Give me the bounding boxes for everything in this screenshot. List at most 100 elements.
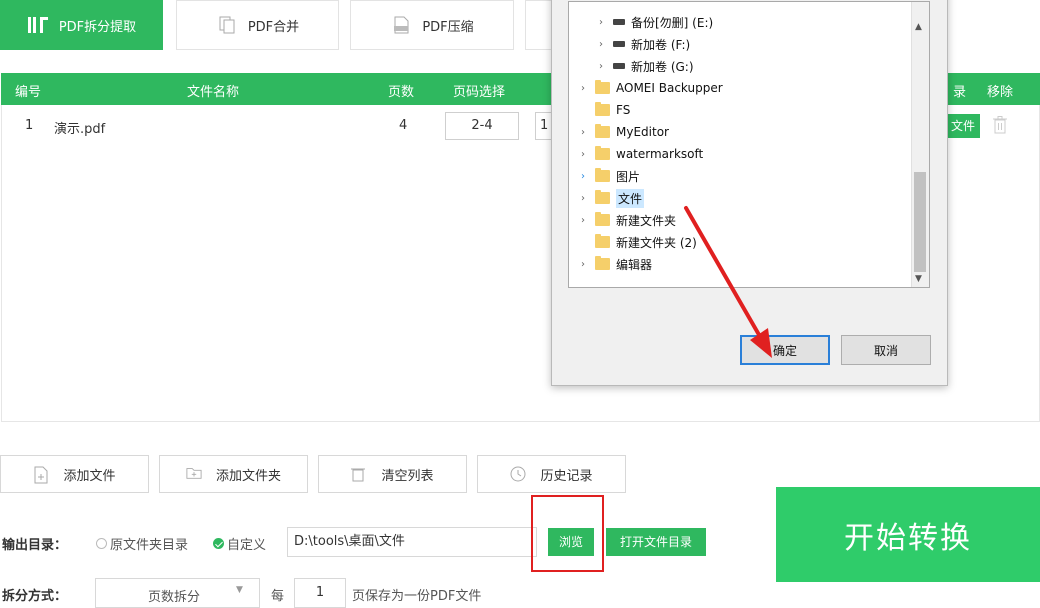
scrollbar-thumb[interactable]	[914, 172, 926, 272]
tree-item-folder[interactable]: › watermarksoft	[569, 144, 703, 164]
folder-icon	[595, 124, 610, 138]
col-index: 编号	[15, 85, 42, 100]
folder-icon	[595, 212, 610, 226]
tree-item-label: 编辑器	[616, 257, 653, 272]
tree-item-folder[interactable]: › 图片	[569, 166, 640, 186]
tree-item-drive-e[interactable]: › 备份[勿删] (E:)	[569, 12, 713, 32]
row-filename: 演示.pdf	[54, 122, 106, 137]
add-folder-button[interactable]: 添加文件夹	[159, 455, 308, 493]
clear-list-label: 清空列表	[381, 468, 434, 484]
clock-icon	[510, 466, 526, 482]
col-dir: 录	[953, 85, 967, 100]
folder-icon	[595, 190, 610, 204]
trash-icon[interactable]	[992, 116, 1008, 138]
chevron-right-icon[interactable]: ›	[577, 149, 589, 160]
radio-custom-folder[interactable]: 自定义	[213, 534, 266, 553]
start-convert-button[interactable]: 开始转换	[776, 487, 1040, 582]
drive-icon	[613, 19, 625, 25]
tree-item-folder[interactable]: › MyEditor	[569, 122, 669, 142]
page-range-input[interactable]: 2-4	[445, 112, 519, 140]
tree-scrollbar[interactable]: ▲ ▼	[911, 2, 929, 287]
radio-checked-icon	[213, 538, 224, 549]
chevron-right-icon[interactable]: ›	[595, 17, 607, 28]
chevron-right-icon[interactable]: ›	[595, 61, 607, 72]
drive-icon	[613, 41, 625, 47]
split-mode-label: 拆分方式：	[2, 589, 68, 604]
chevron-right-icon[interactable]: ›	[577, 83, 589, 94]
annotation-arrow	[684, 206, 772, 358]
add-file-icon	[33, 466, 49, 484]
radio-original-folder[interactable]: 原文件夹目录	[96, 534, 188, 553]
open-output-dir-button[interactable]: 打开文件目录	[606, 528, 706, 556]
tab-label: PDF合并	[247, 19, 300, 35]
tree-item-label: 新加卷 (G:)	[631, 59, 694, 74]
tree-item-label: AOMEI Backupper	[616, 81, 723, 95]
tree-item-folder[interactable]: › 编辑器	[569, 254, 652, 274]
tab-label: PDF压缩	[422, 19, 474, 35]
tree-item-label: watermarksoft	[616, 147, 704, 161]
tree-item-label: 文件	[616, 188, 645, 208]
output-path-input[interactable]: D:\tools\桌面\文件	[287, 527, 537, 557]
tree-item-label: FS	[616, 103, 631, 117]
folder-icon	[595, 256, 610, 270]
chevron-right-icon[interactable]: ›	[577, 259, 589, 270]
chevron-right-icon[interactable]: ›	[577, 193, 589, 204]
scroll-down-icon[interactable]: ▼	[915, 274, 922, 284]
tab-pdf-compress[interactable]: PDF压缩	[350, 0, 514, 50]
tree-item-label: 图片	[616, 169, 641, 184]
tree-item-label: 备份[勿删] (E:)	[631, 15, 714, 30]
split-mode-value: 页数拆分	[148, 590, 201, 605]
add-file-button[interactable]: 添加文件	[0, 455, 149, 493]
clear-list-button[interactable]: 清空列表	[318, 455, 467, 493]
tab-label: PDF拆分提取	[58, 19, 137, 35]
drive-icon	[613, 63, 625, 69]
tree-item-label: 新建文件夹	[616, 213, 677, 228]
highlight-box	[531, 495, 604, 572]
row-index: 1	[25, 118, 34, 133]
col-page-select: 页码选择	[453, 85, 506, 100]
chevron-right-icon[interactable]: ›	[577, 127, 589, 138]
chevron-down-icon: ▼	[236, 585, 243, 595]
per-label: 每	[271, 589, 285, 604]
folder-icon	[595, 80, 610, 94]
tree-item-drive-g[interactable]: › 新加卷 (G:)	[569, 56, 694, 76]
open-file-button[interactable]: 文件	[946, 114, 980, 138]
chevron-right-icon[interactable]: ›	[595, 39, 607, 50]
folder-icon	[595, 146, 610, 160]
chevron-right-icon[interactable]: ›	[577, 215, 589, 226]
tree-item-folder-selected[interactable]: › 文件	[569, 188, 645, 208]
tree-item-label: MyEditor	[616, 125, 669, 139]
tree-item-label: 新加卷 (F:)	[631, 37, 691, 52]
col-pages: 页数	[388, 85, 415, 100]
tree-item-drive-f[interactable]: › 新加卷 (F:)	[569, 34, 690, 54]
radio-label: 原文件夹目录	[110, 538, 189, 553]
output-dir-label: 输出目录：	[2, 538, 68, 553]
scroll-up-icon[interactable]: ▲	[915, 22, 922, 32]
trash-icon	[351, 466, 367, 482]
tree-item-folder[interactable]: › 新建文件夹	[569, 210, 676, 230]
row-pages: 4	[399, 118, 408, 133]
tree-item-folder[interactable]: FS	[569, 100, 630, 120]
folder-icon	[595, 102, 610, 116]
split-suffix-label: 页保存为一份PDF文件	[352, 589, 482, 604]
compress-icon	[390, 14, 412, 36]
tree-item-folder[interactable]: 新建文件夹 (2)	[569, 232, 697, 252]
radio-circle	[96, 538, 107, 549]
merge-icon	[216, 14, 238, 36]
folder-icon	[595, 234, 610, 248]
split-mode-select[interactable]: 页数拆分 ▼	[95, 578, 260, 608]
tree-item-folder[interactable]: › AOMEI Backupper	[569, 78, 723, 98]
add-folder-icon	[186, 466, 202, 482]
tab-pdf-merge[interactable]: PDF合并	[176, 0, 339, 50]
history-label: 历史记录	[540, 468, 593, 484]
chevron-right-icon[interactable]: ›	[577, 171, 589, 182]
radio-label: 自定义	[227, 538, 267, 553]
history-button[interactable]: 历史记录	[477, 455, 626, 493]
col-remove: 移除	[987, 85, 1014, 100]
page-count-input[interactable]: 1	[294, 578, 346, 608]
add-file-label: 添加文件	[63, 468, 116, 484]
add-folder-label: 添加文件夹	[215, 468, 281, 484]
tab-pdf-split[interactable]: PDF拆分提取	[0, 0, 163, 50]
cancel-button[interactable]: 取消	[841, 335, 931, 365]
split-icon	[27, 14, 49, 36]
